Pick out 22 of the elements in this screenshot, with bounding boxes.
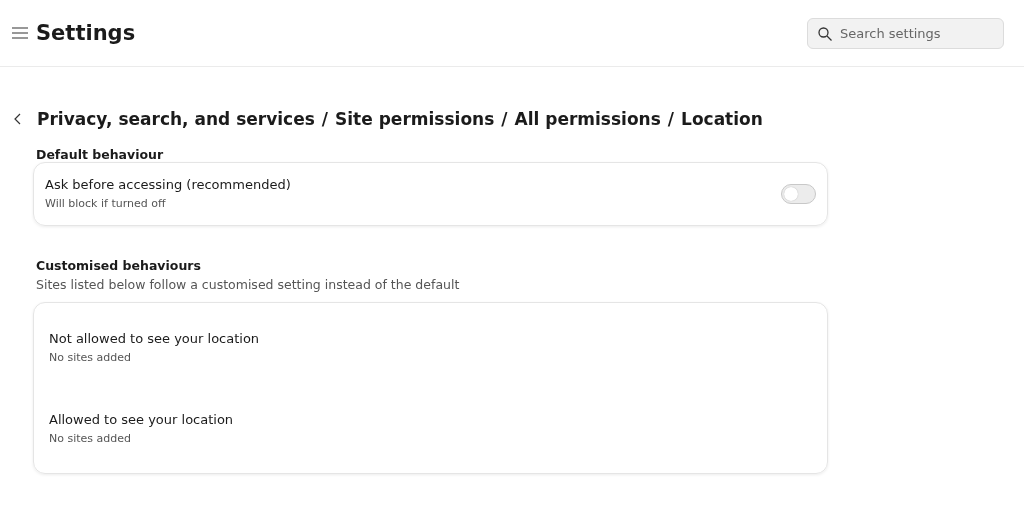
list-title: Allowed to see your location [49,412,235,427]
breadcrumb-separator: / [667,109,675,129]
breadcrumb-item[interactable]: Privacy, search, and services [37,109,315,129]
list-status: No sites added [49,432,132,445]
back-button[interactable] [14,113,22,125]
page-title: Settings [36,21,137,45]
breadcrumb-item: Location [681,109,763,129]
breadcrumb-item[interactable]: Site permissions [335,109,495,129]
breadcrumb-item[interactable]: All permissions [514,109,661,129]
breadcrumb-separator: / [501,109,508,129]
toggle-switch[interactable] [781,183,816,204]
list-title: Not allowed to see your location [49,331,261,346]
search-field[interactable]: Search settings [807,17,1004,49]
menu-icon[interactable] [12,27,28,39]
section-heading: Default behaviour [36,147,165,162]
setting-label: Ask before accessing (recommended) [45,177,292,192]
breadcrumb-separator: / [321,109,329,129]
list-status: No sites added [49,351,132,364]
section-heading: Customised behaviours [36,258,202,273]
setting-description: Will block if turned off [45,197,167,210]
section-description: Sites listed below follow a customised setting instead of the default [36,277,461,292]
search-icon [818,26,832,41]
